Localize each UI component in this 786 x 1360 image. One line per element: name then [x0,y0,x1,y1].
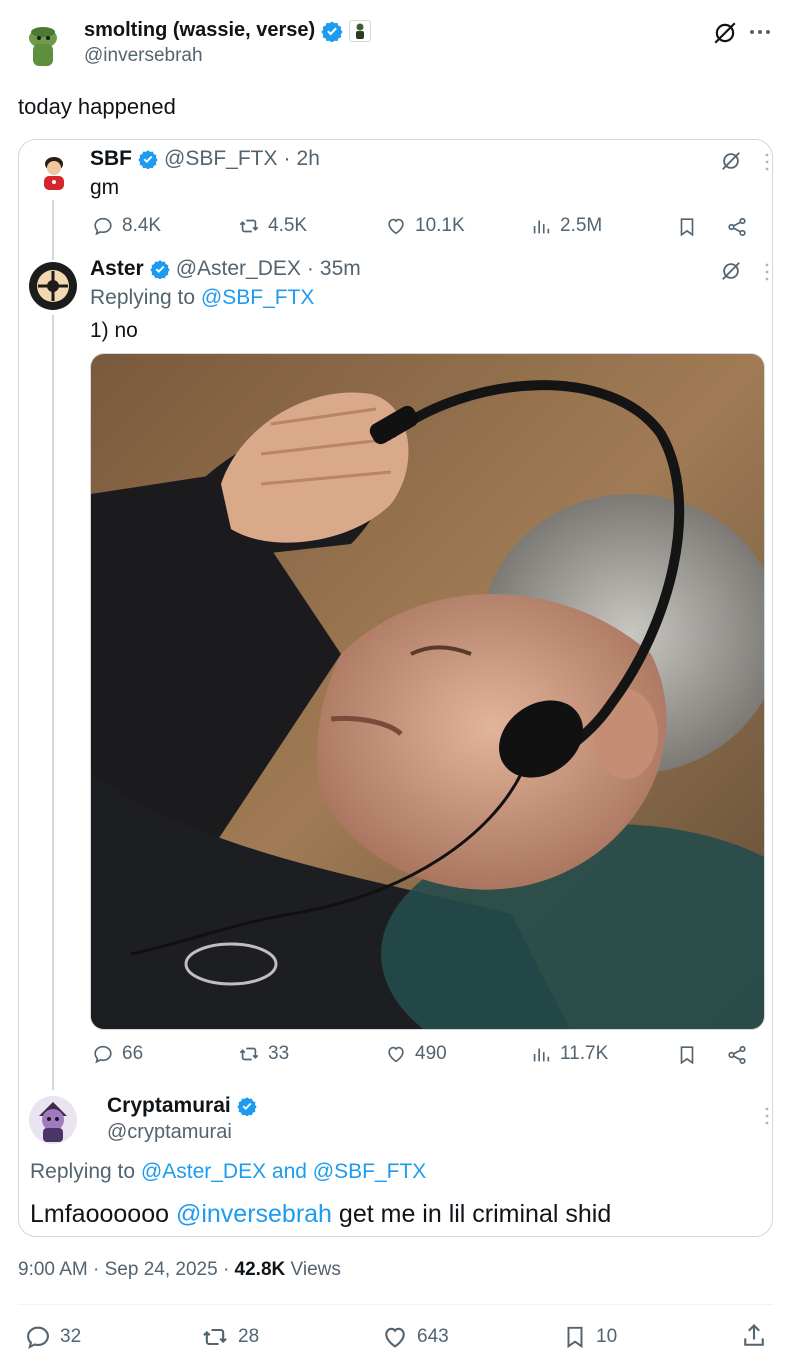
verified-badge-icon [237,1096,257,1116]
aster-like-button[interactable]: 490 [385,1043,447,1065]
post-date[interactable]: Sep 24, 2025 [105,1259,218,1280]
reply-count: 8.4K [122,215,162,236]
cryptamurai-name[interactable]: Cryptamurai [107,1094,231,1118]
author-handle[interactable]: @inversebrah [84,45,203,67]
bookmark-icon[interactable] [676,1044,698,1066]
reply-count: 66 [122,1043,144,1064]
bookmark-icon [562,1323,588,1351]
thread-line [52,315,54,1090]
repost-count: 4.5K [268,215,308,236]
sbf-reply-button[interactable]: 8.4K [92,215,161,237]
aster-name[interactable]: Aster [90,257,144,281]
views-icon [530,215,552,237]
replying-to-link[interactable]: @Aster_DEX and @SBF_FTX [141,1160,426,1183]
sbf-name[interactable]: SBF [90,147,132,171]
aster-avatar[interactable] [29,262,77,310]
repost-count: 28 [238,1326,260,1347]
reply-icon [24,1323,52,1351]
cryptamurai-tweet-text: Lmfaoooooo @inversebrah get me in lil cr… [30,1200,611,1229]
replying-to-label: Replying to [90,286,196,309]
aster-handle[interactable]: @Aster_DEX [176,257,301,281]
divider [18,1304,773,1305]
sbf-tweet-text: gm [90,176,120,199]
reply-button[interactable]: 32 [24,1323,81,1351]
sbf-handle[interactable]: @SBF_FTX [164,147,278,171]
like-button[interactable]: 643 [381,1323,449,1351]
repost-icon [200,1323,230,1351]
grok-icon[interactable] [712,20,738,46]
tweet-text-part: get me in lil criminal shid [331,1200,612,1228]
cryptamurai-avatar[interactable] [29,1096,77,1144]
thread-line [52,200,54,260]
cryptamurai-handle[interactable]: @cryptamurai [107,1121,232,1144]
share-icon[interactable] [740,1322,768,1350]
bookmark-count: 10 [596,1326,618,1347]
sbf-avatar[interactable] [34,152,74,192]
separator-dot: · [306,257,314,280]
more-icon[interactable] [764,1106,770,1126]
verified-badge-icon [321,20,343,42]
separator-dot: · [283,147,291,170]
like-count: 490 [415,1043,447,1064]
sbf-views-button[interactable]: 2.5M [530,215,602,237]
tweet-text: today happened [18,94,176,119]
replying-to-label: Replying to [30,1160,136,1183]
heart-icon [385,215,407,237]
bookmark-button[interactable]: 10 [562,1323,617,1351]
share-icon[interactable] [726,216,748,238]
replying-to-link[interactable]: @SBF_FTX [201,286,315,309]
more-icon[interactable] [764,262,770,282]
aster-views-button[interactable]: 11.7K [530,1043,608,1065]
more-icon[interactable] [748,22,772,42]
affiliate-badge-icon[interactable] [349,19,372,42]
mention-link[interactable]: @inversebrah [176,1200,332,1228]
views-count: 2.5M [560,215,603,236]
aster-time[interactable]: 35m [320,257,361,281]
repost-icon [238,1043,260,1065]
aster-tweet-image[interactable] [90,353,765,1030]
like-count: 643 [417,1326,449,1347]
sbf-repost-button[interactable]: 4.5K [238,215,307,237]
grok-icon[interactable] [720,150,742,172]
separator-dot: · [222,1259,230,1280]
verified-badge-icon [138,149,158,169]
like-count: 10.1K [415,215,465,236]
heart-icon [385,1043,407,1065]
views-label: Views [290,1259,341,1280]
verified-badge-icon [150,259,170,279]
views-icon [530,1043,552,1065]
aster-reply-button[interactable]: 66 [92,1043,143,1065]
tweet-text-part: Lmfaoooooo [30,1200,176,1228]
more-icon[interactable] [764,152,770,172]
aster-tweet-text: 1) no [90,319,138,342]
repost-icon [238,215,260,237]
views-count: 11.7K [560,1043,609,1064]
sbf-time[interactable]: 2h [297,147,320,171]
heart-icon [381,1323,409,1351]
reply-icon [92,215,114,237]
repost-count: 33 [268,1043,290,1064]
post-time[interactable]: 9:00 AM [18,1259,88,1280]
author-avatar[interactable] [18,18,68,68]
views-total: 42.8K [234,1259,286,1280]
repost-button[interactable]: 28 [200,1323,259,1351]
share-icon[interactable] [726,1044,748,1066]
reply-icon [92,1043,114,1065]
reply-count: 32 [60,1326,82,1347]
sbf-like-button[interactable]: 10.1K [385,215,465,237]
author-name[interactable]: smolting (wassie, verse) [84,19,315,42]
grok-icon[interactable] [720,260,742,282]
aster-repost-button[interactable]: 33 [238,1043,289,1065]
separator-dot: · [93,1259,100,1280]
bookmark-icon[interactable] [676,216,698,238]
